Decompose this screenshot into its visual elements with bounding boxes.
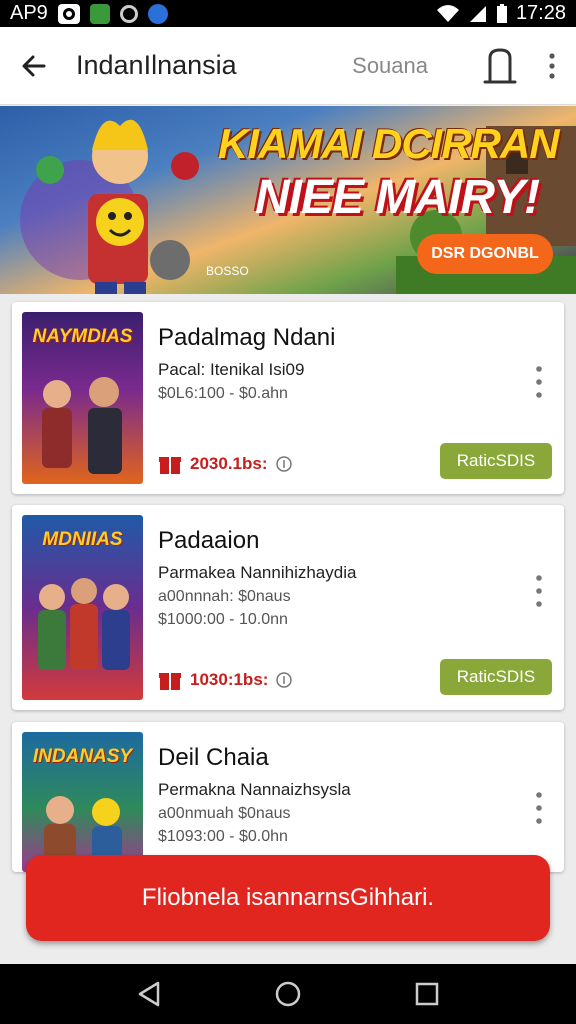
game-cover-image: INDANASY	[22, 732, 143, 872]
item-action-button[interactable]: RaticSDIS	[440, 659, 552, 695]
person-icon	[483, 47, 517, 83]
info-icon	[275, 456, 292, 472]
nav-home-button[interactable]	[268, 974, 308, 1014]
item-menu-button[interactable]	[532, 362, 546, 402]
price-row: 1030:1bs:	[158, 668, 293, 692]
item-action-button[interactable]: RaticSDIS	[440, 443, 552, 479]
price-row: 2030.1bs:	[158, 452, 292, 476]
info-icon	[276, 672, 293, 688]
banner-caption: BOSSO	[206, 264, 249, 278]
item-price-range: $1000:00 - 10.0nn	[158, 611, 288, 628]
profile-button[interactable]	[480, 46, 520, 86]
overflow-menu-button[interactable]	[542, 46, 562, 86]
item-range: $0L6:100 - $0.ahn	[158, 385, 288, 402]
triangle-back-icon	[139, 981, 160, 1007]
clock: 17:28	[515, 2, 566, 24]
game-cover-image: MDNIIAS	[22, 515, 143, 700]
more-vert-icon	[536, 575, 542, 607]
banner-headline-1: KIAMAI DCIRRAN	[218, 120, 560, 167]
item-price: 1030:1bs:	[190, 670, 269, 689]
cover-characters	[42, 377, 122, 474]
item-price: 2030.1bs:	[190, 454, 268, 473]
back-button[interactable]	[14, 46, 54, 86]
item-range: a00nmuah $0naus	[158, 805, 291, 822]
item-detail: Parmakea Nannihizhaydia	[158, 563, 357, 582]
item-name: Deil Chaia	[158, 744, 269, 771]
app-bar: IndanIlnansia Souana	[0, 27, 576, 105]
wifi-icon	[436, 4, 459, 22]
game-icon	[89, 3, 110, 24]
settings-icon	[119, 4, 138, 23]
item-range: a00nnnah: $0naus	[158, 588, 291, 605]
item-detail: Pacal: Itenikal Isi09	[158, 360, 305, 379]
banner-cta-button[interactable]: DSR DGONBL	[417, 234, 553, 274]
circle-home-icon	[275, 981, 301, 1007]
square-recents-icon	[415, 982, 438, 1006]
banner-headline-2: NIEE MAIRY!	[255, 171, 540, 224]
carrier-label: AP9	[10, 2, 48, 24]
status-bar: AP9 17:28	[0, 0, 576, 27]
system-nav-bar	[0, 964, 576, 1024]
browser-icon	[147, 3, 168, 24]
list-item[interactable]: NAYMDIAS Padalmag Ndani Pacal: Itenikal …	[12, 302, 564, 494]
arrow-back-icon	[22, 55, 46, 76]
hero-character-illustration	[20, 119, 199, 294]
cover-title: MDNIIAS	[42, 529, 123, 550]
bottom-action-banner[interactable]: Fliobnela isannarnsGihhari.	[26, 855, 550, 941]
item-name: Padaaion	[158, 527, 260, 554]
page-title: IndanIlnansia	[76, 50, 237, 80]
nav-recents-button[interactable]	[407, 974, 447, 1014]
promo-banner[interactable]: KIAMAI DCIRRAN NIEE MAIRY! BOSSO DSR DGO…	[0, 106, 576, 294]
page-subtitle: Souana	[352, 52, 428, 78]
nav-back-button[interactable]	[129, 974, 169, 1014]
item-price-range: $1093:00 - $0.0hn	[158, 828, 288, 845]
signal-icon	[469, 5, 486, 22]
list-item[interactable]: MDNIIAS Padaaion Parmakea Nannihizhaydia…	[12, 505, 564, 710]
status-left: AP9	[10, 2, 168, 25]
item-name: Padalmag Ndani	[158, 324, 336, 351]
message-icon	[57, 3, 80, 24]
item-menu-button[interactable]	[532, 788, 546, 828]
more-vert-icon	[549, 52, 555, 79]
status-right: 17:28	[436, 2, 566, 25]
gift-icon	[159, 673, 181, 690]
gift-icon	[159, 457, 181, 474]
more-vert-icon	[536, 366, 542, 398]
cover-characters	[38, 578, 130, 670]
game-cover-image: NAYMDIAS	[22, 312, 143, 484]
cover-title: NAYMDIAS	[32, 326, 133, 347]
item-detail: Permakna Nannaizhsysla	[158, 780, 351, 799]
list-item[interactable]: INDANASY Deil Chaia Permakna Nannaizhsys…	[12, 722, 564, 872]
item-menu-button[interactable]	[532, 571, 546, 611]
battery-icon	[496, 3, 507, 23]
cover-title: INDANASY	[32, 746, 133, 767]
more-vert-icon	[536, 792, 542, 824]
